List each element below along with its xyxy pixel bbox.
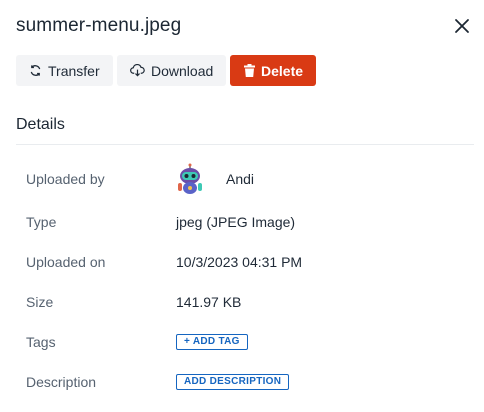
- close-button[interactable]: [450, 14, 474, 38]
- delete-label: Delete: [261, 62, 304, 79]
- action-toolbar: Transfer Download Delete: [16, 55, 316, 86]
- tags-label: Tags: [26, 334, 56, 350]
- details-heading: Details: [16, 116, 65, 133]
- transfer-label: Transfer: [48, 62, 100, 79]
- detail-row-description: Description ADD DESCRIPTION: [26, 370, 466, 394]
- detail-row-uploaded-by: Uploaded by Andi: [26, 163, 466, 194]
- description-value: ADD DESCRIPTION: [176, 374, 290, 390]
- tags-value: + ADD TAG: [176, 334, 248, 350]
- size-value: 141.97 KB: [176, 294, 242, 310]
- detail-row-uploaded-on: Uploaded on 10/3/2023 04:31 PM: [26, 250, 466, 274]
- robot-avatar-icon: [178, 163, 202, 194]
- detail-row-size: Size 141.97 KB: [26, 290, 466, 314]
- detail-row-tags: Tags + ADD TAG: [26, 330, 466, 354]
- add-tag-button[interactable]: + ADD TAG: [176, 334, 248, 350]
- uploaded-by-label: Uploaded by: [26, 171, 105, 187]
- type-label: Type: [26, 214, 57, 230]
- transfer-button[interactable]: Transfer: [16, 55, 113, 86]
- uploaded-by-value: Andi: [176, 161, 254, 197]
- file-title: summer-menu.jpeg: [16, 15, 182, 36]
- uploaded-on-label: Uploaded on: [26, 254, 106, 270]
- trash-icon: [244, 64, 255, 77]
- size-label: Size: [26, 294, 54, 310]
- add-description-button[interactable]: ADD DESCRIPTION: [176, 374, 290, 390]
- type-value: jpeg (JPEG Image): [176, 214, 296, 230]
- download-button[interactable]: Download: [117, 55, 226, 86]
- file-details-panel: summer-menu.jpeg Transfer Download Delet…: [0, 0, 484, 412]
- refresh-icon: [29, 64, 42, 77]
- uploader-name: Andi: [226, 171, 255, 187]
- detail-row-type: Type jpeg (JPEG Image): [26, 210, 466, 234]
- download-label: Download: [151, 62, 214, 79]
- uploaded-on-value: 10/3/2023 04:31 PM: [176, 254, 303, 270]
- cloud-download-icon: [130, 64, 145, 77]
- delete-button[interactable]: Delete: [230, 55, 316, 86]
- description-label: Description: [26, 374, 97, 390]
- close-icon: [455, 19, 469, 33]
- details-divider: [16, 144, 474, 145]
